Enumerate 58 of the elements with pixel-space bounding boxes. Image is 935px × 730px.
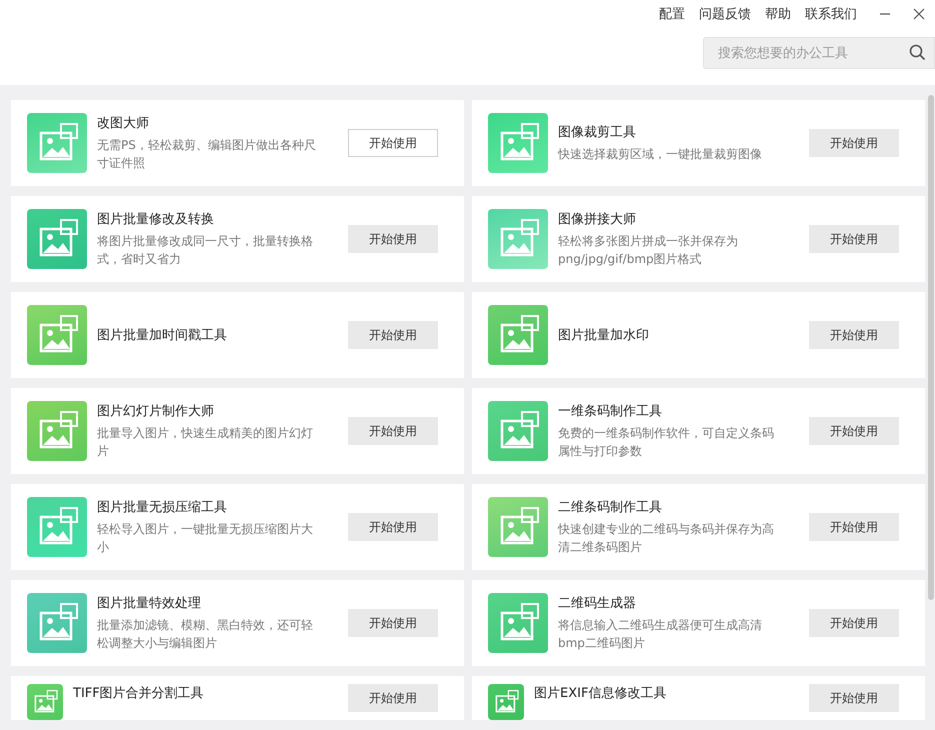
tool-title: 二维条码制作工具 <box>558 499 663 516</box>
tool-description: 免费的一维条码制作软件，可自定义条码属性与打印参数 <box>558 425 775 460</box>
start-button[interactable]: 开始使用 <box>348 609 438 637</box>
search-field[interactable]: 搜索您想要的办公工具 <box>703 37 935 69</box>
tool-description: 快速创建专业的二维码与条码并保存为高清二维条码图片 <box>558 521 775 556</box>
tool-title: 一维条码制作工具 <box>558 403 663 420</box>
search-icon[interactable] <box>909 44 926 61</box>
tool-description: 将图片批量修改成同一尺寸，批量转换格式，省时又省力 <box>97 233 314 268</box>
start-button[interactable]: 开始使用 <box>348 129 438 157</box>
header-link[interactable]: 帮助 <box>765 5 791 23</box>
tool-title: TIFF图片合并分割工具 <box>73 685 205 702</box>
image-icon <box>27 209 87 269</box>
tool-title: 图像裁剪工具 <box>558 124 637 141</box>
close-icon[interactable] <box>913 8 925 20</box>
scrollbar[interactable] <box>928 95 934 600</box>
image-icon <box>488 305 548 365</box>
start-button[interactable]: 开始使用 <box>809 417 899 445</box>
image-icon <box>488 497 548 557</box>
image-icon <box>27 305 87 365</box>
start-button[interactable]: 开始使用 <box>809 129 899 157</box>
start-button[interactable]: 开始使用 <box>809 321 899 349</box>
tool-title: 图像拼接大师 <box>558 211 637 228</box>
tool-description: 快速选择裁剪区域，一键批量裁剪图像 <box>558 146 763 163</box>
image-icon <box>488 401 548 461</box>
header-link[interactable]: 问题反馈 <box>699 5 751 23</box>
tool-title: 图片批量特效处理 <box>97 595 202 612</box>
start-button[interactable]: 开始使用 <box>809 225 899 253</box>
start-button[interactable]: 开始使用 <box>348 225 438 253</box>
image-icon <box>488 593 548 653</box>
tool-description: 批量导入图片，快速生成精美的图片幻灯片 <box>97 425 314 460</box>
tool-title: 图片批量无损压缩工具 <box>97 499 228 516</box>
image-icon <box>488 209 548 269</box>
start-button[interactable]: 开始使用 <box>809 513 899 541</box>
tool-description: 批量添加滤镜、模糊、黑白特效，还可轻松调整大小与编辑图片 <box>97 617 314 652</box>
tool-description: 无需PS，轻松裁剪、编辑图片做出各种尺寸证件照 <box>97 137 317 172</box>
tool-title: 图片批量修改及转换 <box>97 211 215 228</box>
header-link[interactable]: 配置 <box>659 5 685 23</box>
start-button[interactable]: 开始使用 <box>348 417 438 445</box>
start-button[interactable]: 开始使用 <box>348 321 438 349</box>
start-button[interactable]: 开始使用 <box>348 684 438 712</box>
tool-title: 图片EXIF信息修改工具 <box>534 685 668 702</box>
tool-title: 二维码生成器 <box>558 595 637 612</box>
start-button[interactable]: 开始使用 <box>348 513 438 541</box>
start-button[interactable]: 开始使用 <box>809 684 899 712</box>
tool-title: 改图大师 <box>97 115 150 132</box>
image-icon <box>27 593 87 653</box>
image-icon <box>27 401 87 461</box>
tool-title: 图片批量加水印 <box>558 327 650 344</box>
image-icon <box>27 497 87 557</box>
image-icon <box>27 113 87 173</box>
header-link[interactable]: 联系我们 <box>805 5 857 23</box>
tool-title: 图片幻灯片制作大师 <box>97 403 215 420</box>
tool-description: 轻松将多张图片拼成一张并保存为png/jpg/gif/bmp图片格式 <box>558 233 739 268</box>
tool-description: 轻松导入图片，一键批量无损压缩图片大小 <box>97 521 314 556</box>
tool-description: 将信息输入二维码生成器便可生成高清bmp二维码图片 <box>558 617 763 652</box>
image-icon <box>488 113 548 173</box>
start-button[interactable]: 开始使用 <box>809 609 899 637</box>
tool-title: 图片批量加时间戳工具 <box>97 327 228 344</box>
